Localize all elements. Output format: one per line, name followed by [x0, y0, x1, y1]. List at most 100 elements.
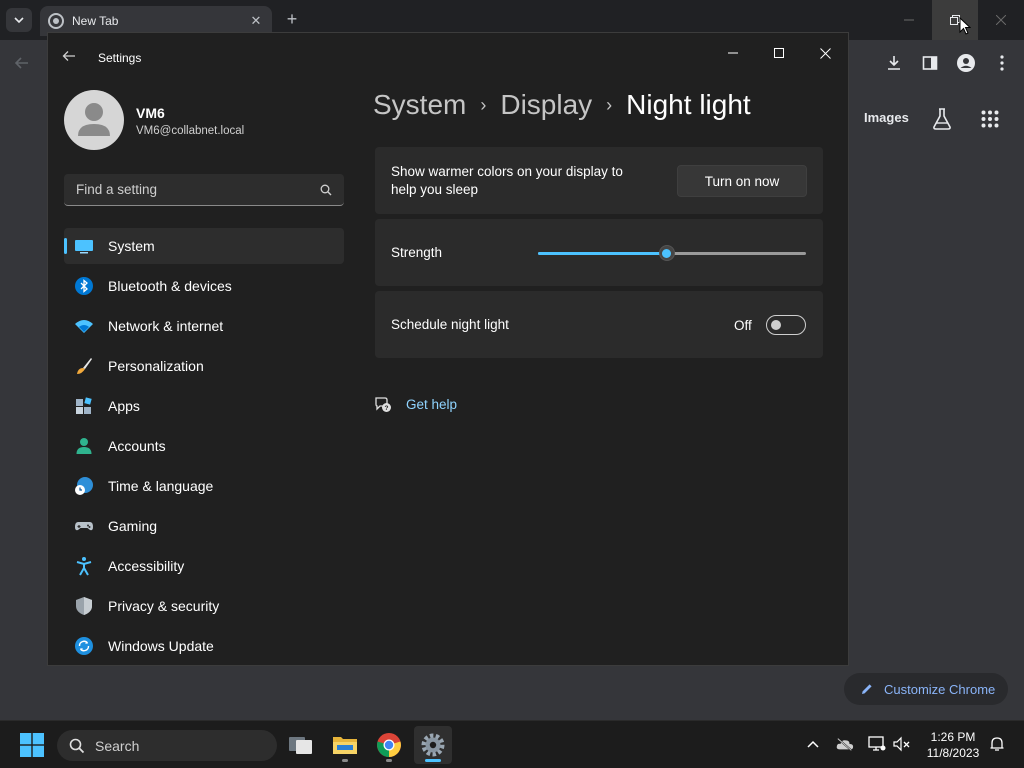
- google-apps-icon[interactable]: [978, 107, 1002, 131]
- brush-icon: [77, 358, 92, 374]
- nav-item-label: Apps: [108, 398, 140, 414]
- nav-item-label: Bluetooth & devices: [108, 278, 232, 294]
- taskbar-task-view[interactable]: [282, 726, 320, 764]
- breadcrumb-chevron-icon: ›: [480, 94, 487, 115]
- taskbar-settings[interactable]: [414, 726, 452, 764]
- taskbar-search[interactable]: Search: [57, 730, 277, 761]
- strength-label: Strength: [391, 245, 443, 260]
- tab-close-icon[interactable]: ✕: [248, 13, 264, 29]
- new-tab-button[interactable]: +: [282, 9, 302, 29]
- user-avatar[interactable]: [64, 90, 124, 150]
- shield-icon: [76, 597, 92, 615]
- schedule-label: Schedule night light: [391, 317, 509, 332]
- page-title: Night light: [626, 89, 751, 120]
- chrome-minimize-button[interactable]: [886, 0, 932, 40]
- pencil-icon: [862, 684, 872, 694]
- nav-item-network[interactable]: Network & internet: [64, 308, 344, 344]
- nav-item-time-language[interactable]: Time & language: [64, 468, 344, 504]
- nav-item-system[interactable]: System: [64, 228, 344, 264]
- breadcrumb-chevron-icon: ›: [606, 94, 613, 115]
- chrome-menu-icon[interactable]: [990, 51, 1014, 75]
- chrome-restore-button[interactable]: [932, 0, 978, 40]
- user-name: VM6: [136, 105, 165, 121]
- user-email: VM6@collabnet.local: [136, 125, 245, 137]
- search-icon: [320, 184, 332, 195]
- taskbar-file-explorer[interactable]: [326, 726, 364, 764]
- breadcrumb-display[interactable]: Display: [500, 89, 592, 121]
- download-icon[interactable]: [882, 51, 906, 75]
- nav-item-label: Windows Update: [108, 638, 214, 654]
- customize-chrome-button[interactable]: Customize Chrome: [844, 673, 1008, 705]
- strength-card: Strength: [375, 219, 823, 286]
- schedule-toggle[interactable]: [766, 315, 806, 335]
- nav-item-personalization[interactable]: Personalization: [64, 348, 344, 384]
- side-panel-icon[interactable]: [918, 51, 942, 75]
- images-link[interactable]: Images: [864, 110, 909, 125]
- labs-flask-icon[interactable]: [930, 107, 954, 131]
- minimize-icon: [904, 19, 914, 21]
- running-indicator: [386, 759, 392, 762]
- taskbar-chrome[interactable]: [370, 726, 408, 764]
- show-hidden-icons-chevron-icon[interactable]: [804, 735, 822, 753]
- svg-text:?: ?: [385, 405, 389, 412]
- nav-item-windows-update[interactable]: Windows Update: [64, 628, 344, 664]
- settings-back-button[interactable]: [62, 49, 82, 69]
- bluetooth-icon: [75, 277, 93, 295]
- settings-gear-icon: [421, 733, 445, 757]
- customize-chrome-label: Customize Chrome: [884, 681, 996, 697]
- apps-icon: [76, 397, 92, 414]
- nav-item-privacy-security[interactable]: Privacy & security: [64, 588, 344, 624]
- close-icon: [996, 15, 1006, 25]
- close-icon: [819, 47, 831, 59]
- get-help-link[interactable]: ? Get help: [374, 395, 457, 413]
- turn-on-now-button[interactable]: Turn on now: [677, 165, 807, 197]
- settings-window: Settings VM6 VM6@collabnet.local System …: [47, 32, 849, 666]
- find-setting-box[interactable]: [64, 174, 344, 206]
- settings-maximize-button[interactable]: [756, 38, 802, 68]
- clock-date: 11/8/2023: [926, 746, 980, 760]
- tab-search-button[interactable]: [6, 8, 32, 32]
- network-icon[interactable]: [868, 735, 886, 753]
- get-help-label: Get help: [406, 396, 458, 412]
- maximize-icon: [774, 48, 784, 58]
- back-icon[interactable]: [10, 51, 34, 75]
- search-icon: [69, 738, 85, 753]
- nav-item-gaming[interactable]: Gaming: [64, 508, 344, 544]
- settings-minimize-button[interactable]: [710, 38, 756, 68]
- nav-item-accessibility[interactable]: Accessibility: [64, 548, 344, 584]
- nav-item-label: Accessibility: [108, 558, 185, 574]
- notification-bell-icon[interactable]: [988, 735, 1006, 753]
- strength-slider[interactable]: [538, 245, 806, 261]
- nav-item-label: Personalization: [108, 358, 204, 374]
- settings-nav: System Bluetooth & devices Network & int…: [64, 228, 344, 668]
- night-light-toggle-card: Show warmer colors on your display to he…: [375, 147, 823, 214]
- accounts-icon: [76, 438, 92, 454]
- settings-close-button[interactable]: [802, 38, 848, 68]
- nav-item-accounts[interactable]: Accounts: [64, 428, 344, 464]
- taskbar-clock[interactable]: 1:26 PM 11/8/2023: [918, 729, 988, 761]
- chevron-down-icon: [14, 17, 24, 24]
- profile-icon[interactable]: [954, 51, 978, 75]
- onedrive-offline-icon[interactable]: [836, 735, 854, 753]
- nav-item-label: Gaming: [108, 518, 158, 534]
- nav-item-label: Accounts: [108, 438, 166, 454]
- windows-logo-icon: [20, 733, 44, 757]
- wifi-icon: [75, 320, 93, 333]
- tab-title: New Tab: [72, 14, 119, 28]
- minimize-icon: [728, 52, 738, 54]
- schedule-card: Schedule night light Off: [375, 291, 823, 358]
- nav-item-bluetooth[interactable]: Bluetooth & devices: [64, 268, 344, 304]
- system-icon: [75, 240, 93, 254]
- strength-slider-thumb[interactable]: [658, 245, 675, 261]
- settings-title: Settings: [98, 51, 142, 65]
- find-setting-input[interactable]: [76, 182, 320, 197]
- mouse-cursor-icon: [959, 17, 971, 35]
- volume-muted-icon[interactable]: [893, 735, 911, 753]
- strength-slider-fill: [538, 252, 667, 255]
- start-button[interactable]: [20, 733, 44, 757]
- running-indicator: [425, 759, 441, 762]
- breadcrumb-system[interactable]: System: [373, 89, 466, 121]
- toggle-knob: [771, 320, 781, 330]
- chrome-close-button[interactable]: [978, 0, 1024, 40]
- nav-item-apps[interactable]: Apps: [64, 388, 344, 424]
